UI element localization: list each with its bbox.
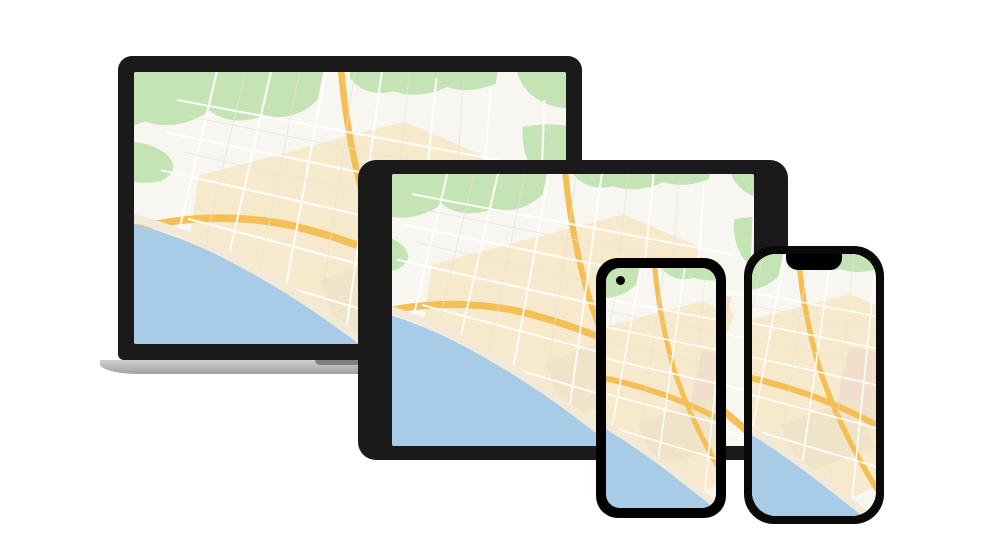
map-view xyxy=(606,268,716,508)
camera-hole-icon xyxy=(616,276,625,285)
notch-icon xyxy=(786,254,842,270)
map-view xyxy=(752,254,876,516)
device-phone-android xyxy=(596,258,726,518)
device-phone-iphone xyxy=(744,246,884,524)
